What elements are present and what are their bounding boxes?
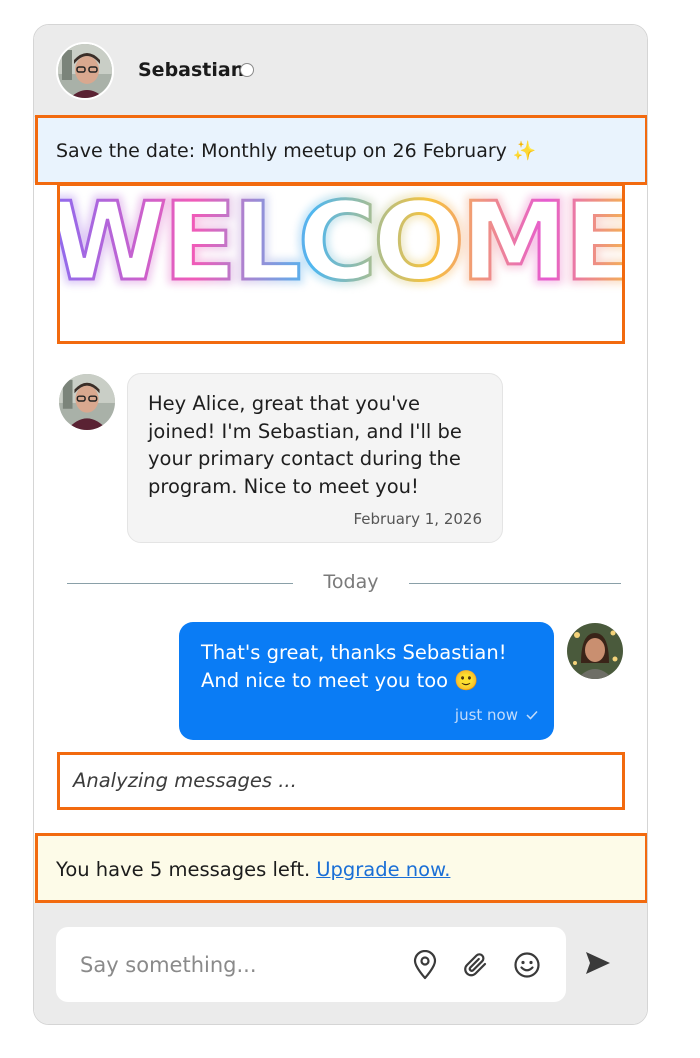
sender-avatar[interactable] <box>59 374 115 430</box>
announcement-banner: Save the date: Monthly meetup on 26 Febr… <box>34 117 647 183</box>
incoming-message-text: Hey Alice, great that you've joined! I'm… <box>148 392 462 498</box>
composer-area <box>34 903 647 1024</box>
send-icon[interactable] <box>584 950 616 980</box>
outgoing-message-time: just now <box>454 706 518 724</box>
status-offline-icon <box>240 63 254 77</box>
welcome-banner-graphic: WELCOME WELCOME <box>58 183 623 310</box>
smiley-icon[interactable] <box>511 949 543 981</box>
analyzing-status: Analyzing messages ... <box>62 755 618 805</box>
analyzing-text: Analyzing messages ... <box>73 768 297 792</box>
contact-avatar[interactable] <box>56 42 114 100</box>
message-input[interactable] <box>80 947 400 983</box>
user-avatar[interactable] <box>567 623 623 679</box>
chat-header: Sebastian <box>34 25 647 117</box>
outgoing-message[interactable]: That's great, thanks Sebastian! And nice… <box>179 622 554 740</box>
divider-line-left <box>67 583 293 584</box>
upgrade-link[interactable]: Upgrade now. <box>316 858 450 881</box>
incoming-message[interactable]: Hey Alice, great that you've joined! I'm… <box>127 373 503 543</box>
chat-window: Sebastian Save the date: Monthly meetup … <box>33 24 648 1025</box>
message-limit-banner: You have 5 messages left. Upgrade now. <box>34 835 647 903</box>
welcome-banner: WELCOME WELCOME <box>58 183 623 341</box>
contact-name: Sebastian <box>138 59 245 81</box>
incoming-message-time: February 1, 2026 <box>353 510 483 528</box>
date-divider-label: Today <box>323 571 379 593</box>
outgoing-message-meta: just now <box>455 706 538 724</box>
location-pin-icon[interactable] <box>409 949 441 981</box>
announcement-text: Save the date: Monthly meetup on 26 Febr… <box>56 139 537 162</box>
composer <box>56 927 566 1002</box>
limit-text: You have 5 messages left. <box>56 857 311 881</box>
paperclip-icon[interactable] <box>460 949 492 981</box>
welcome-word: WELCOME <box>58 183 623 305</box>
divider-line-right <box>409 583 621 584</box>
check-icon <box>526 706 538 724</box>
outgoing-message-text: That's great, thanks Sebastian! And nice… <box>201 641 507 692</box>
